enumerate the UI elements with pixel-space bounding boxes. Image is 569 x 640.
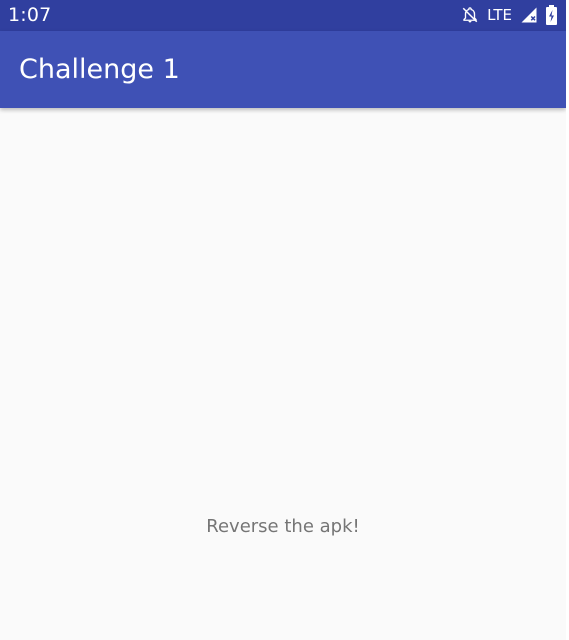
status-bar: 1:07 LTE [0,0,566,31]
status-icons: LTE [461,4,557,26]
status-time: 1:07 [8,4,52,26]
battery-charging-icon [546,5,557,25]
app-bar: Challenge 1 [0,31,566,108]
network-type-label: LTE [487,6,512,24]
app-screen: 1:07 LTE Challenge 1 Reverse the apk! [0,0,566,640]
app-title: Challenge 1 [19,54,180,85]
challenge-message: Reverse the apk! [206,516,360,537]
signal-icon [520,6,538,24]
notifications-off-icon [461,6,479,24]
